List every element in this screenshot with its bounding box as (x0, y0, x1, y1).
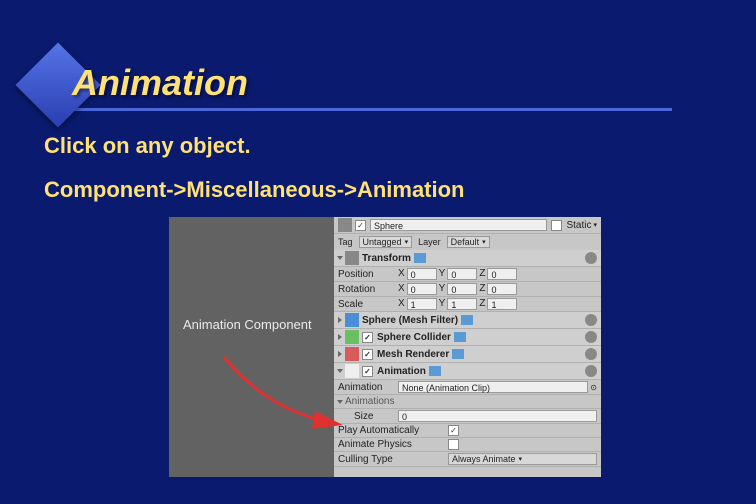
foldout-icon (338, 317, 342, 323)
slide-header: Animation (0, 0, 756, 104)
enable-checkbox[interactable] (362, 332, 373, 343)
culling-dropdown[interactable]: Always Animate (448, 453, 597, 465)
animation-clip-row: Animation None (Animation Clip) ⊙ (334, 380, 601, 395)
inspector-panel: Sphere Static ▾ Tag Untagged Layer Defau… (334, 217, 601, 477)
culling-label: Culling Type (338, 454, 448, 465)
sphere-collider-header[interactable]: Sphere Collider (334, 329, 601, 346)
rot-z[interactable]: 0 (487, 283, 517, 295)
enable-checkbox[interactable] (362, 366, 373, 377)
slide-content: Click on any object. Component->Miscella… (0, 111, 756, 477)
transform-title: Transform (362, 253, 411, 264)
animate-physics-checkbox[interactable] (448, 439, 459, 450)
animation-header[interactable]: Animation (334, 363, 601, 380)
enable-checkbox[interactable] (362, 349, 373, 360)
annotation-label: Animation Component (183, 317, 312, 334)
scale-label: Scale (338, 299, 398, 310)
object-header-row: Sphere Static ▾ (334, 217, 601, 234)
static-dropdown-icon[interactable]: ▾ (593, 221, 597, 229)
scene-pane: Animation Component (169, 217, 334, 477)
pos-y[interactable]: 0 (447, 268, 477, 280)
gear-icon[interactable] (585, 365, 597, 377)
rot-x[interactable]: 0 (407, 283, 437, 295)
layer-label: Layer (418, 237, 441, 247)
culling-row: Culling Type Always Animate (334, 452, 601, 467)
tag-dropdown[interactable]: Untagged (359, 236, 413, 248)
pos-z[interactable]: 0 (487, 268, 517, 280)
play-auto-row: Play Automatically (334, 424, 601, 438)
rotation-label: Rotation (338, 284, 398, 295)
gear-icon[interactable] (585, 314, 597, 326)
scale-y[interactable]: 1 (447, 298, 477, 310)
animations-label: Animations (345, 396, 394, 407)
foldout-icon (338, 334, 342, 340)
mesh-filter-header[interactable]: Sphere (Mesh Filter) (334, 312, 601, 329)
help-icon[interactable] (429, 366, 441, 376)
transform-header[interactable]: Transform (334, 250, 601, 267)
foldout-icon (337, 256, 343, 260)
pos-x[interactable]: 0 (407, 268, 437, 280)
active-checkbox[interactable] (355, 220, 366, 231)
annotation-arrow-icon (219, 352, 349, 442)
rotation-row: Rotation X 0 Y 0 Z 0 (334, 282, 601, 297)
transform-icon (345, 251, 359, 265)
object-name-field[interactable]: Sphere (370, 219, 547, 231)
help-icon[interactable] (454, 332, 466, 342)
renderer-title: Mesh Renderer (377, 349, 449, 360)
unity-screenshot: Animation Component Sphere Static ▾ (169, 217, 601, 477)
anim-clip-field[interactable]: None (Animation Clip) (398, 381, 588, 393)
position-row: Position X 0 Y 0 Z 0 (334, 267, 601, 282)
gear-icon[interactable] (585, 348, 597, 360)
rot-y[interactable]: 0 (447, 283, 477, 295)
collider-title: Sphere Collider (377, 332, 451, 343)
position-label: Position (338, 269, 398, 280)
static-checkbox[interactable] (551, 220, 562, 231)
mesh-renderer-header[interactable]: Mesh Renderer (334, 346, 601, 363)
size-row: Size 0 (334, 409, 601, 424)
help-icon[interactable] (461, 315, 473, 325)
tag-layer-row: Tag Untagged Layer Default (334, 234, 601, 250)
foldout-icon (337, 369, 343, 373)
tag-label: Tag (338, 237, 353, 247)
animate-physics-row: Animate Physics (334, 438, 601, 452)
instruction-1: Click on any object. (44, 133, 712, 159)
scale-x[interactable]: 1 (407, 298, 437, 310)
animations-array-row[interactable]: Animations (334, 395, 601, 409)
play-auto-label: Play Automatically (338, 425, 448, 436)
scale-row: Scale X 1 Y 1 Z 1 (334, 297, 601, 312)
static-label: Static (566, 220, 591, 231)
animation-title: Animation (377, 366, 426, 377)
mesh-filter-icon (345, 313, 359, 327)
animate-physics-label: Animate Physics (338, 439, 448, 450)
layer-dropdown[interactable]: Default (447, 236, 490, 248)
scale-z[interactable]: 1 (487, 298, 517, 310)
collider-icon (345, 330, 359, 344)
foldout-icon (337, 400, 343, 404)
play-auto-checkbox[interactable] (448, 425, 459, 436)
object-picker-icon[interactable]: ⊙ (590, 383, 597, 392)
help-icon[interactable] (452, 349, 464, 359)
foldout-icon (338, 351, 342, 357)
instruction-2: Component->Miscellaneous->Animation (44, 177, 712, 203)
mesh-filter-title: Sphere (Mesh Filter) (362, 315, 458, 326)
slide-title: Animation (72, 62, 756, 104)
gameobject-icon (338, 218, 352, 232)
gear-icon[interactable] (585, 252, 597, 264)
help-icon[interactable] (414, 253, 426, 263)
size-field[interactable]: 0 (398, 410, 597, 422)
gear-icon[interactable] (585, 331, 597, 343)
